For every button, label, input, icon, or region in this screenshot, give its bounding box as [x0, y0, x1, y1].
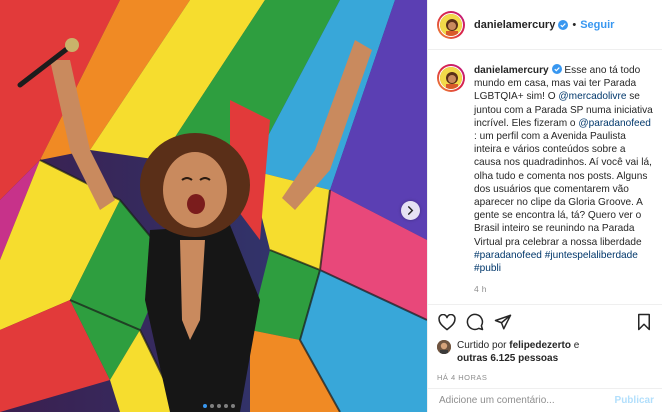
like-button[interactable]	[437, 312, 457, 332]
caption-time-ago: 4 h	[474, 284, 487, 295]
avatar-photo	[440, 13, 462, 36]
publish-button[interactable]: Publicar	[615, 395, 654, 406]
author-avatar[interactable]	[437, 10, 465, 39]
carousel-dot	[217, 404, 221, 408]
likes-text: Curtido por felipedezerto e outras 6.125…	[457, 339, 579, 365]
carousel-dot	[210, 404, 214, 408]
posted-time: HÁ 4 HORAS	[437, 373, 488, 382]
author-username[interactable]: danielamercury	[474, 19, 555, 31]
actions-section: Curtido por felipedezerto e outras 6.125…	[428, 304, 662, 388]
share-button[interactable]	[493, 312, 513, 332]
comment-icon	[466, 313, 484, 331]
share-icon	[494, 314, 512, 330]
action-icons-row	[437, 305, 654, 339]
liker-username[interactable]: felipedezerto	[509, 340, 571, 351]
avatar-photo	[440, 67, 462, 89]
next-slide-button[interactable]	[401, 201, 420, 220]
comment-bar: Publicar	[428, 388, 662, 412]
comment-input[interactable]	[439, 395, 599, 406]
follow-button[interactable]: Seguir	[580, 19, 614, 31]
carousel-dot	[224, 404, 228, 408]
caption-content: Esse ano tá todo mundo em casa, mas vai …	[474, 65, 653, 274]
carousel-indicator	[203, 404, 235, 408]
post-details-panel: danielamercury • Seguir danielamercury E…	[427, 0, 662, 412]
likes-middle: e	[570, 340, 580, 351]
bookmark-icon	[638, 313, 650, 331]
caption-section: danielamercury Esse ano tá todo mundo em…	[428, 51, 662, 304]
caption-text-segment: : um perfil com a Avenida Paulista intei…	[474, 131, 652, 248]
verified-badge-icon	[551, 64, 562, 74]
likes-summary: Curtido por felipedezerto e outras 6.125…	[437, 339, 654, 365]
comment-button[interactable]	[465, 312, 485, 332]
verified-badge-icon	[558, 19, 569, 30]
heart-icon	[438, 313, 456, 330]
header-separator: •	[572, 18, 577, 31]
carousel-dot	[231, 404, 235, 408]
caption-hashtag-link[interactable]: #paradanofeed	[474, 250, 542, 261]
likes-others-link[interactable]: outras 6.125 pessoas	[457, 353, 558, 364]
caption-hashtag-link[interactable]: #publi	[474, 263, 501, 274]
liker-avatar[interactable]	[437, 340, 451, 354]
caption-mention-link[interactable]: @paradanofeed	[578, 118, 651, 129]
caption-username[interactable]: danielamercury	[474, 65, 549, 76]
caption-text: danielamercury Esse ano tá todo mundo em…	[474, 64, 654, 275]
likes-prefix: Curtido por	[457, 340, 510, 351]
post-image[interactable]	[0, 0, 427, 412]
carousel-dot	[203, 404, 207, 408]
singer-on-rainbow-flag-photo	[0, 0, 427, 412]
caption-mention-link[interactable]: @mercadolivre	[558, 91, 626, 102]
post-header: danielamercury • Seguir	[428, 0, 662, 50]
save-button[interactable]	[634, 312, 654, 332]
caption-text-block: danielamercury Esse ano tá todo mundo em…	[474, 64, 654, 304]
chevron-right-icon	[407, 206, 414, 215]
avatar-photo	[437, 340, 451, 354]
caption-author-avatar[interactable]	[437, 64, 465, 92]
caption-hashtag-link[interactable]: #juntespelaliberdade	[545, 250, 638, 261]
instagram-post: danielamercury • Seguir danielamercury E…	[0, 0, 662, 412]
